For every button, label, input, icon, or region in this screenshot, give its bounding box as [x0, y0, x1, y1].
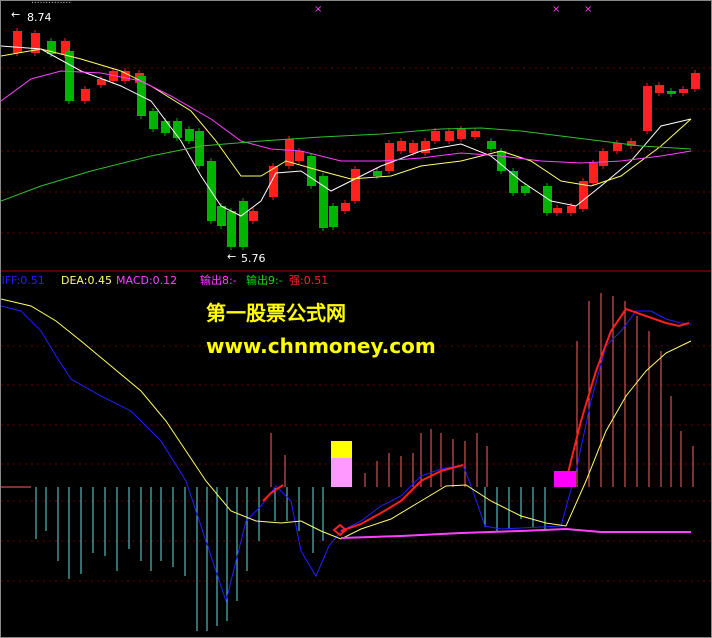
- marker-x-icon: ×: [552, 4, 561, 15]
- legend-dea: DEA:0.45: [61, 274, 112, 287]
- candle-body: [217, 206, 226, 226]
- candle-body: [457, 129, 466, 139]
- candle-body: [249, 211, 258, 221]
- candle-body: [227, 211, 236, 247]
- candle-body: [161, 121, 170, 133]
- legend-output9: 输出9:-: [246, 274, 283, 287]
- candle-body: [121, 71, 130, 81]
- candle-body: [613, 143, 622, 151]
- candle-body: [567, 206, 576, 213]
- candle-body: [195, 131, 204, 166]
- chart-canvas[interactable]: [1, 1, 711, 637]
- candle-body: [431, 131, 440, 141]
- candle-body: [553, 208, 562, 213]
- candle-body: [385, 143, 394, 171]
- candle-body: [185, 129, 194, 141]
- candle-body: [351, 169, 360, 201]
- candle-body: [667, 91, 676, 94]
- candle-body: [543, 186, 552, 213]
- candle-body: [341, 203, 350, 211]
- legend-diff: DIFF:0.51: [1, 274, 45, 287]
- strong-line-segment: [340, 464, 464, 532]
- high-price-label: 8.74: [27, 11, 52, 24]
- candle-body: [487, 141, 496, 149]
- candle-body: [679, 89, 688, 93]
- candle-body: [65, 51, 74, 101]
- signal-block-magenta: [554, 471, 576, 487]
- candle-body: [409, 143, 418, 153]
- candle-body: [599, 151, 608, 166]
- magenta-line: [340, 527, 691, 539]
- low-price-label: 5.76: [241, 252, 266, 265]
- legend-output8: 输出8:-: [200, 274, 237, 287]
- legend-strong: 强:0.51: [289, 274, 329, 287]
- candle-body: [373, 171, 382, 176]
- candle-body: [307, 156, 316, 186]
- candle-body: [295, 151, 304, 161]
- high-arrow-icon: ←: [11, 8, 21, 21]
- marker-x-icon: ×: [314, 4, 323, 15]
- strong-line-segment: [262, 484, 284, 502]
- candle-body: [397, 141, 406, 151]
- header-partial-text: ..............: [31, 0, 72, 6]
- low-arrow-icon: ←: [227, 250, 237, 263]
- candle-body: [329, 206, 338, 227]
- candle-body: [655, 85, 664, 93]
- marker-x-icon: ×: [584, 4, 593, 15]
- grid-lines: [1, 67, 711, 582]
- ma-line-mid: [1, 48, 692, 187]
- candlestick-group: [13, 28, 700, 250]
- signal-block-yellow: [331, 441, 352, 458]
- candle-body: [81, 89, 90, 101]
- candle-body: [643, 86, 652, 131]
- candle-body: [13, 31, 22, 53]
- candle-body: [173, 121, 182, 138]
- candle-body: [521, 186, 530, 193]
- signal-block-pink: [331, 458, 352, 487]
- candle-body: [471, 131, 480, 137]
- watermark-title: 第一股票公式网: [206, 301, 346, 325]
- candle-body: [239, 201, 248, 247]
- candle-body: [149, 111, 158, 129]
- watermark-url: www.chnmoney.com: [206, 334, 436, 358]
- stock-chart-window[interactable]: .............. ← 8.74 ← 5.76 × × × DIFF:…: [0, 0, 712, 638]
- candle-body: [445, 131, 454, 141]
- legend-macd: MACD:0.12: [116, 274, 178, 287]
- candle-body: [691, 73, 700, 89]
- candle-body: [589, 163, 598, 183]
